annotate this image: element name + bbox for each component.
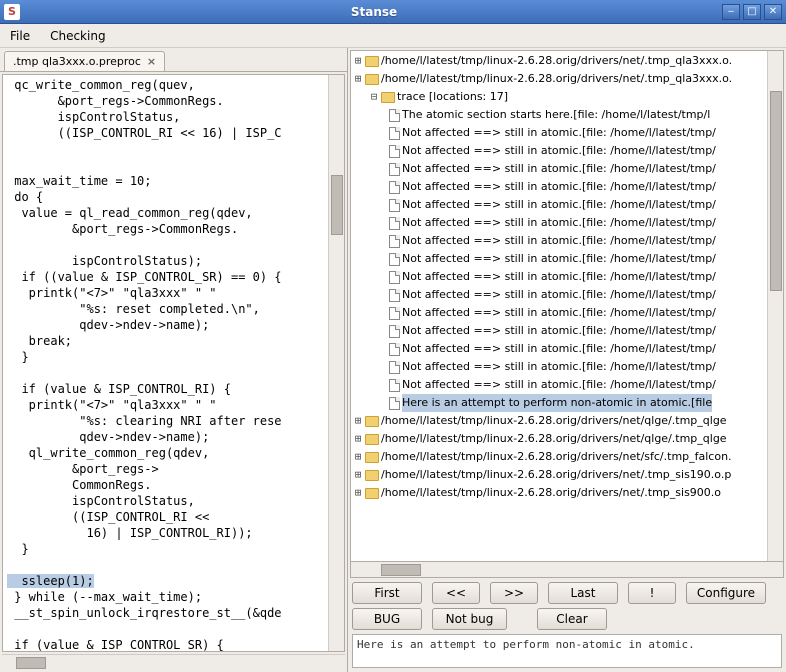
- tree-item[interactable]: Not affected ==> still in atomic.[file: …: [353, 178, 765, 196]
- classify-button-row: BUG Not bug Clear: [350, 608, 784, 634]
- tree-item[interactable]: Not affected ==> still in atomic.[file: …: [353, 160, 765, 178]
- window-title: Stanse: [26, 5, 722, 19]
- source-tab[interactable]: .tmp qla3xxx.o.preproc ×: [4, 51, 165, 71]
- next-button[interactable]: >>: [490, 582, 538, 604]
- results-tree[interactable]: ⊞ /home/l/latest/tmp/linux-2.6.28.orig/d…: [351, 51, 767, 561]
- folder-icon: [365, 434, 379, 445]
- source-pane: .tmp qla3xxx.o.preproc × qc_write_common…: [0, 48, 348, 672]
- document-icon: [389, 217, 400, 230]
- prev-button[interactable]: <<: [432, 582, 480, 604]
- code-view[interactable]: qc_write_common_reg(quev, &port_regs->Co…: [3, 75, 328, 651]
- tree-item[interactable]: Not affected ==> still in atomic.[file: …: [353, 304, 765, 322]
- bug-button[interactable]: BUG: [352, 608, 422, 630]
- first-button[interactable]: First: [352, 582, 422, 604]
- folder-icon: [365, 470, 379, 481]
- notbug-button[interactable]: Not bug: [432, 608, 507, 630]
- folder-icon: [365, 488, 379, 499]
- document-icon: [389, 325, 400, 338]
- tree-item[interactable]: Not affected ==> still in atomic.[file: …: [353, 322, 765, 340]
- close-button[interactable]: ✕: [764, 4, 782, 20]
- nav-button-row: First << >> Last ! Configure: [350, 578, 784, 608]
- document-icon: [389, 163, 400, 176]
- minimize-button[interactable]: ‒: [722, 4, 740, 20]
- tab-label: .tmp qla3xxx.o.preproc: [13, 55, 141, 68]
- tree-hscrollbar[interactable]: [350, 562, 784, 578]
- tree-item[interactable]: ⊞ /home/l/latest/tmp/linux-2.6.28.orig/d…: [353, 448, 765, 466]
- menu-file[interactable]: File: [6, 27, 34, 45]
- document-icon: [389, 199, 400, 212]
- folder-icon: [365, 56, 379, 67]
- tree-item[interactable]: ⊞ /home/l/latest/tmp/linux-2.6.28.orig/d…: [353, 70, 765, 88]
- excl-button[interactable]: !: [628, 582, 676, 604]
- code-vscrollbar[interactable]: [328, 75, 344, 651]
- folder-icon: [365, 416, 379, 427]
- titlebar: S Stanse ‒ □ ✕: [0, 0, 786, 24]
- document-icon: [389, 181, 400, 194]
- tree-item[interactable]: ⊞ /home/l/latest/tmp/linux-2.6.28.orig/d…: [353, 430, 765, 448]
- document-icon: [389, 235, 400, 248]
- tree-item[interactable]: Not affected ==> still in atomic.[file: …: [353, 250, 765, 268]
- document-icon: [389, 343, 400, 356]
- tree-item[interactable]: ⊟ trace [locations: 17]: [353, 88, 765, 106]
- folder-icon: [365, 452, 379, 463]
- tree-item[interactable]: ⊞ /home/l/latest/tmp/linux-2.6.28.orig/d…: [353, 52, 765, 70]
- last-button[interactable]: Last: [548, 582, 618, 604]
- status-area: Here is an attempt to perform non-atomic…: [352, 634, 782, 668]
- document-icon: [389, 307, 400, 320]
- document-icon: [389, 127, 400, 140]
- tree-item[interactable]: Not affected ==> still in atomic.[file: …: [353, 340, 765, 358]
- menu-checking[interactable]: Checking: [46, 27, 109, 45]
- tree-item[interactable]: ⊞ /home/l/latest/tmp/linux-2.6.28.orig/d…: [353, 412, 765, 430]
- document-icon: [389, 397, 400, 410]
- tree-item[interactable]: Not affected ==> still in atomic.[file: …: [353, 142, 765, 160]
- tree-item[interactable]: Not affected ==> still in atomic.[file: …: [353, 268, 765, 286]
- app-icon: S: [4, 4, 20, 20]
- folder-icon: [381, 92, 395, 103]
- tree-item[interactable]: The atomic section starts here.[file: /h…: [353, 106, 765, 124]
- menubar: File Checking: [0, 24, 786, 48]
- tree-item[interactable]: Not affected ==> still in atomic.[file: …: [353, 286, 765, 304]
- document-icon: [389, 289, 400, 302]
- results-pane: ⊞ /home/l/latest/tmp/linux-2.6.28.orig/d…: [348, 48, 786, 672]
- tree-vscrollbar[interactable]: [767, 51, 783, 561]
- document-icon: [389, 109, 400, 122]
- tree-item[interactable]: Not affected ==> still in atomic.[file: …: [353, 232, 765, 250]
- configure-button[interactable]: Configure: [686, 582, 766, 604]
- tree-item[interactable]: Not affected ==> still in atomic.[file: …: [353, 196, 765, 214]
- document-icon: [389, 145, 400, 158]
- tree-item[interactable]: ⊞ /home/l/latest/tmp/linux-2.6.28.orig/d…: [353, 466, 765, 484]
- tree-item[interactable]: Not affected ==> still in atomic.[file: …: [353, 376, 765, 394]
- clear-button[interactable]: Clear: [537, 608, 607, 630]
- tree-item[interactable]: Not affected ==> still in atomic.[file: …: [353, 124, 765, 142]
- tree-item[interactable]: Not affected ==> still in atomic.[file: …: [353, 358, 765, 376]
- code-hscrollbar[interactable]: [2, 654, 345, 670]
- document-icon: [389, 379, 400, 392]
- document-icon: [389, 361, 400, 374]
- document-icon: [389, 271, 400, 284]
- tab-close-icon[interactable]: ×: [147, 55, 156, 68]
- tree-item[interactable]: Not affected ==> still in atomic.[file: …: [353, 214, 765, 232]
- tree-item[interactable]: Here is an attempt to perform non-atomic…: [353, 394, 765, 412]
- folder-icon: [365, 74, 379, 85]
- maximize-button[interactable]: □: [743, 4, 761, 20]
- document-icon: [389, 253, 400, 266]
- tree-item[interactable]: ⊞ /home/l/latest/tmp/linux-2.6.28.orig/d…: [353, 484, 765, 502]
